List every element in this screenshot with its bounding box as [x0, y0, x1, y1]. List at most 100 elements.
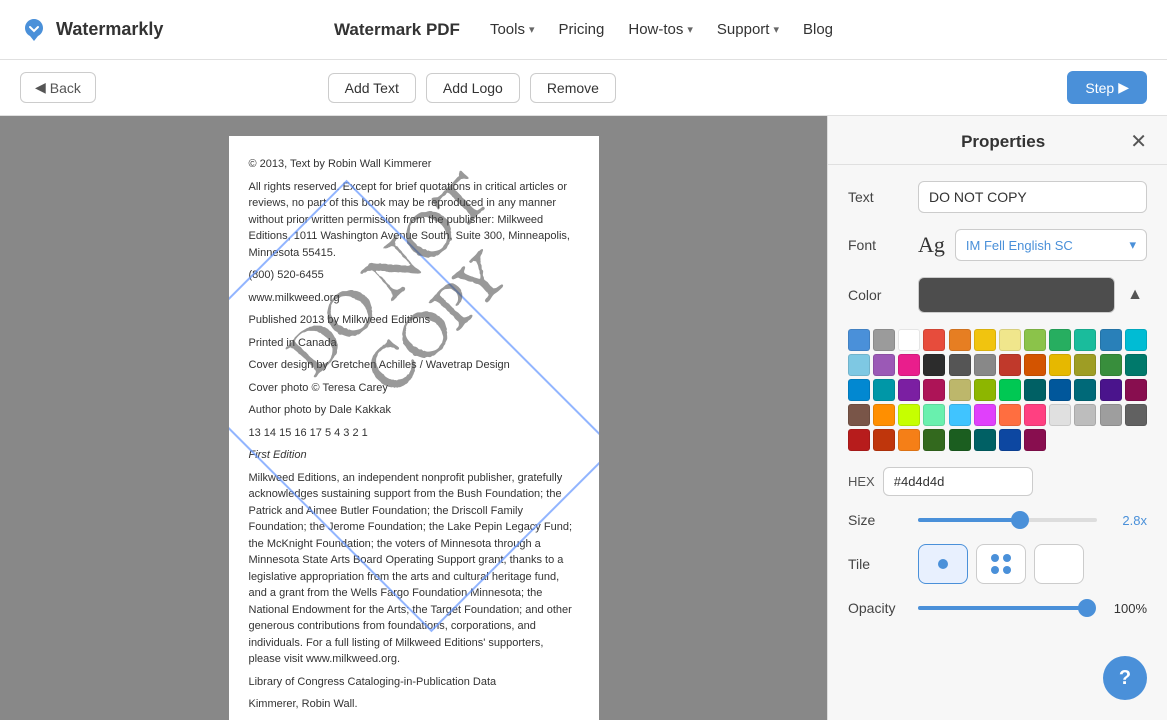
- color-swatch-39[interactable]: [923, 404, 945, 426]
- font-sample: Ag: [918, 232, 945, 258]
- tile-spread-button[interactable]: [1034, 544, 1084, 584]
- text-input[interactable]: [918, 181, 1147, 213]
- color-preview[interactable]: [918, 277, 1115, 313]
- tile-dot-2: [1003, 554, 1011, 562]
- tile-quad-button[interactable]: [976, 544, 1026, 584]
- color-swatch-32[interactable]: [1049, 379, 1071, 401]
- help-button[interactable]: ?: [1103, 656, 1147, 700]
- color-swatch-15[interactable]: [923, 354, 945, 376]
- color-swatch-7[interactable]: [1024, 329, 1046, 351]
- color-swatch-51[interactable]: [923, 429, 945, 451]
- nav-tools[interactable]: Tools ▾: [490, 21, 535, 38]
- color-swatch-28[interactable]: [949, 379, 971, 401]
- document-area: © 2013, Text by Robin Wall Kimmerer All …: [0, 116, 827, 720]
- color-swatch-33[interactable]: [1074, 379, 1096, 401]
- color-swatch-36[interactable]: [848, 404, 870, 426]
- color-swatch-3[interactable]: [923, 329, 945, 351]
- color-swatch-38[interactable]: [898, 404, 920, 426]
- color-swatch-22[interactable]: [1100, 354, 1122, 376]
- color-swatch-24[interactable]: [848, 379, 870, 401]
- step-button[interactable]: Step ▶: [1067, 71, 1147, 104]
- color-swatch-27[interactable]: [923, 379, 945, 401]
- text-label: Text: [848, 189, 918, 205]
- close-button[interactable]: ✕: [1130, 132, 1147, 152]
- color-swatch-16[interactable]: [949, 354, 971, 376]
- color-grid: [848, 329, 1147, 451]
- color-swatch-17[interactable]: [974, 354, 996, 376]
- color-swatch-40[interactable]: [949, 404, 971, 426]
- color-swatch-1[interactable]: [873, 329, 895, 351]
- color-swatch-29[interactable]: [974, 379, 996, 401]
- color-swatch-14[interactable]: [898, 354, 920, 376]
- size-slider-track[interactable]: [918, 518, 1097, 522]
- nav-support[interactable]: Support ▾: [717, 21, 779, 38]
- color-swatch-13[interactable]: [873, 354, 895, 376]
- font-display: Ag IM Fell English SC ▾: [918, 229, 1147, 261]
- tile-label: Tile: [848, 556, 918, 572]
- doc-line-14: Kimmerer, Robin Wall.: [249, 696, 579, 713]
- nav-pricing[interactable]: Pricing: [559, 21, 605, 38]
- color-swatch-11[interactable]: [1125, 329, 1147, 351]
- nav-center: Watermark PDF Tools ▾ Pricing How-tos ▾ …: [334, 20, 833, 40]
- size-slider-fill: [918, 518, 1020, 522]
- nav-blog[interactable]: Blog: [803, 21, 833, 38]
- opacity-slider-thumb[interactable]: [1078, 599, 1096, 617]
- color-swatch-46[interactable]: [1100, 404, 1122, 426]
- remove-button[interactable]: Remove: [530, 73, 616, 103]
- color-swatch-21[interactable]: [1074, 354, 1096, 376]
- nav-brand: Watermark PDF: [334, 20, 460, 40]
- color-swatch-44[interactable]: [1049, 404, 1071, 426]
- opacity-slider-track[interactable]: [918, 606, 1087, 610]
- color-swatch-0[interactable]: [848, 329, 870, 351]
- back-button[interactable]: ◀ Back: [20, 72, 96, 103]
- add-text-button[interactable]: Add Text: [328, 73, 416, 103]
- nav-howtos[interactable]: How-tos ▾: [628, 21, 693, 38]
- color-swatch-20[interactable]: [1049, 354, 1071, 376]
- color-swatch-48[interactable]: [848, 429, 870, 451]
- add-logo-button[interactable]: Add Logo: [426, 73, 520, 103]
- color-swatch-47[interactable]: [1125, 404, 1147, 426]
- color-swatch-41[interactable]: [974, 404, 996, 426]
- color-swatch-52[interactable]: [949, 429, 971, 451]
- color-swatch-53[interactable]: [974, 429, 996, 451]
- color-swatch-26[interactable]: [898, 379, 920, 401]
- color-swatch-9[interactable]: [1074, 329, 1096, 351]
- color-swatch-42[interactable]: [999, 404, 1021, 426]
- color-swatch-50[interactable]: [898, 429, 920, 451]
- logo-text: Watermarkly: [56, 19, 163, 40]
- tile-single-button[interactable]: [918, 544, 968, 584]
- size-value: 2.8x: [1107, 513, 1147, 528]
- color-grid-scroll: [848, 329, 1147, 459]
- color-swatch-5[interactable]: [974, 329, 996, 351]
- color-swatch-55[interactable]: [1024, 429, 1046, 451]
- color-swatch-35[interactable]: [1125, 379, 1147, 401]
- color-swatch-49[interactable]: [873, 429, 895, 451]
- size-slider-thumb[interactable]: [1011, 511, 1029, 529]
- tile-spread-dots: [1049, 562, 1069, 566]
- step-arrow-icon: ▶: [1118, 79, 1129, 96]
- color-swatch-31[interactable]: [1024, 379, 1046, 401]
- color-expand-button[interactable]: ▲: [1123, 282, 1147, 308]
- color-swatch-45[interactable]: [1074, 404, 1096, 426]
- color-swatch-25[interactable]: [873, 379, 895, 401]
- color-swatch-30[interactable]: [999, 379, 1021, 401]
- color-swatch-34[interactable]: [1100, 379, 1122, 401]
- tile-dot-4: [1003, 566, 1011, 574]
- color-swatch-8[interactable]: [1049, 329, 1071, 351]
- hex-input[interactable]: [883, 467, 1033, 496]
- color-swatch-10[interactable]: [1100, 329, 1122, 351]
- color-swatch-6[interactable]: [999, 329, 1021, 351]
- color-swatch-18[interactable]: [999, 354, 1021, 376]
- color-swatch-43[interactable]: [1024, 404, 1046, 426]
- tile-dot-1: [991, 554, 999, 562]
- font-dropdown-icon: ▾: [1129, 237, 1136, 253]
- color-swatch-4[interactable]: [949, 329, 971, 351]
- color-swatch-54[interactable]: [999, 429, 1021, 451]
- color-swatch-19[interactable]: [1024, 354, 1046, 376]
- color-swatch-37[interactable]: [873, 404, 895, 426]
- font-selector-button[interactable]: IM Fell English SC ▾: [955, 229, 1147, 261]
- nav-links: Tools ▾ Pricing How-tos ▾ Support ▾ Blog: [490, 21, 833, 38]
- color-swatch-12[interactable]: [848, 354, 870, 376]
- color-swatch-2[interactable]: [898, 329, 920, 351]
- color-swatch-23[interactable]: [1125, 354, 1147, 376]
